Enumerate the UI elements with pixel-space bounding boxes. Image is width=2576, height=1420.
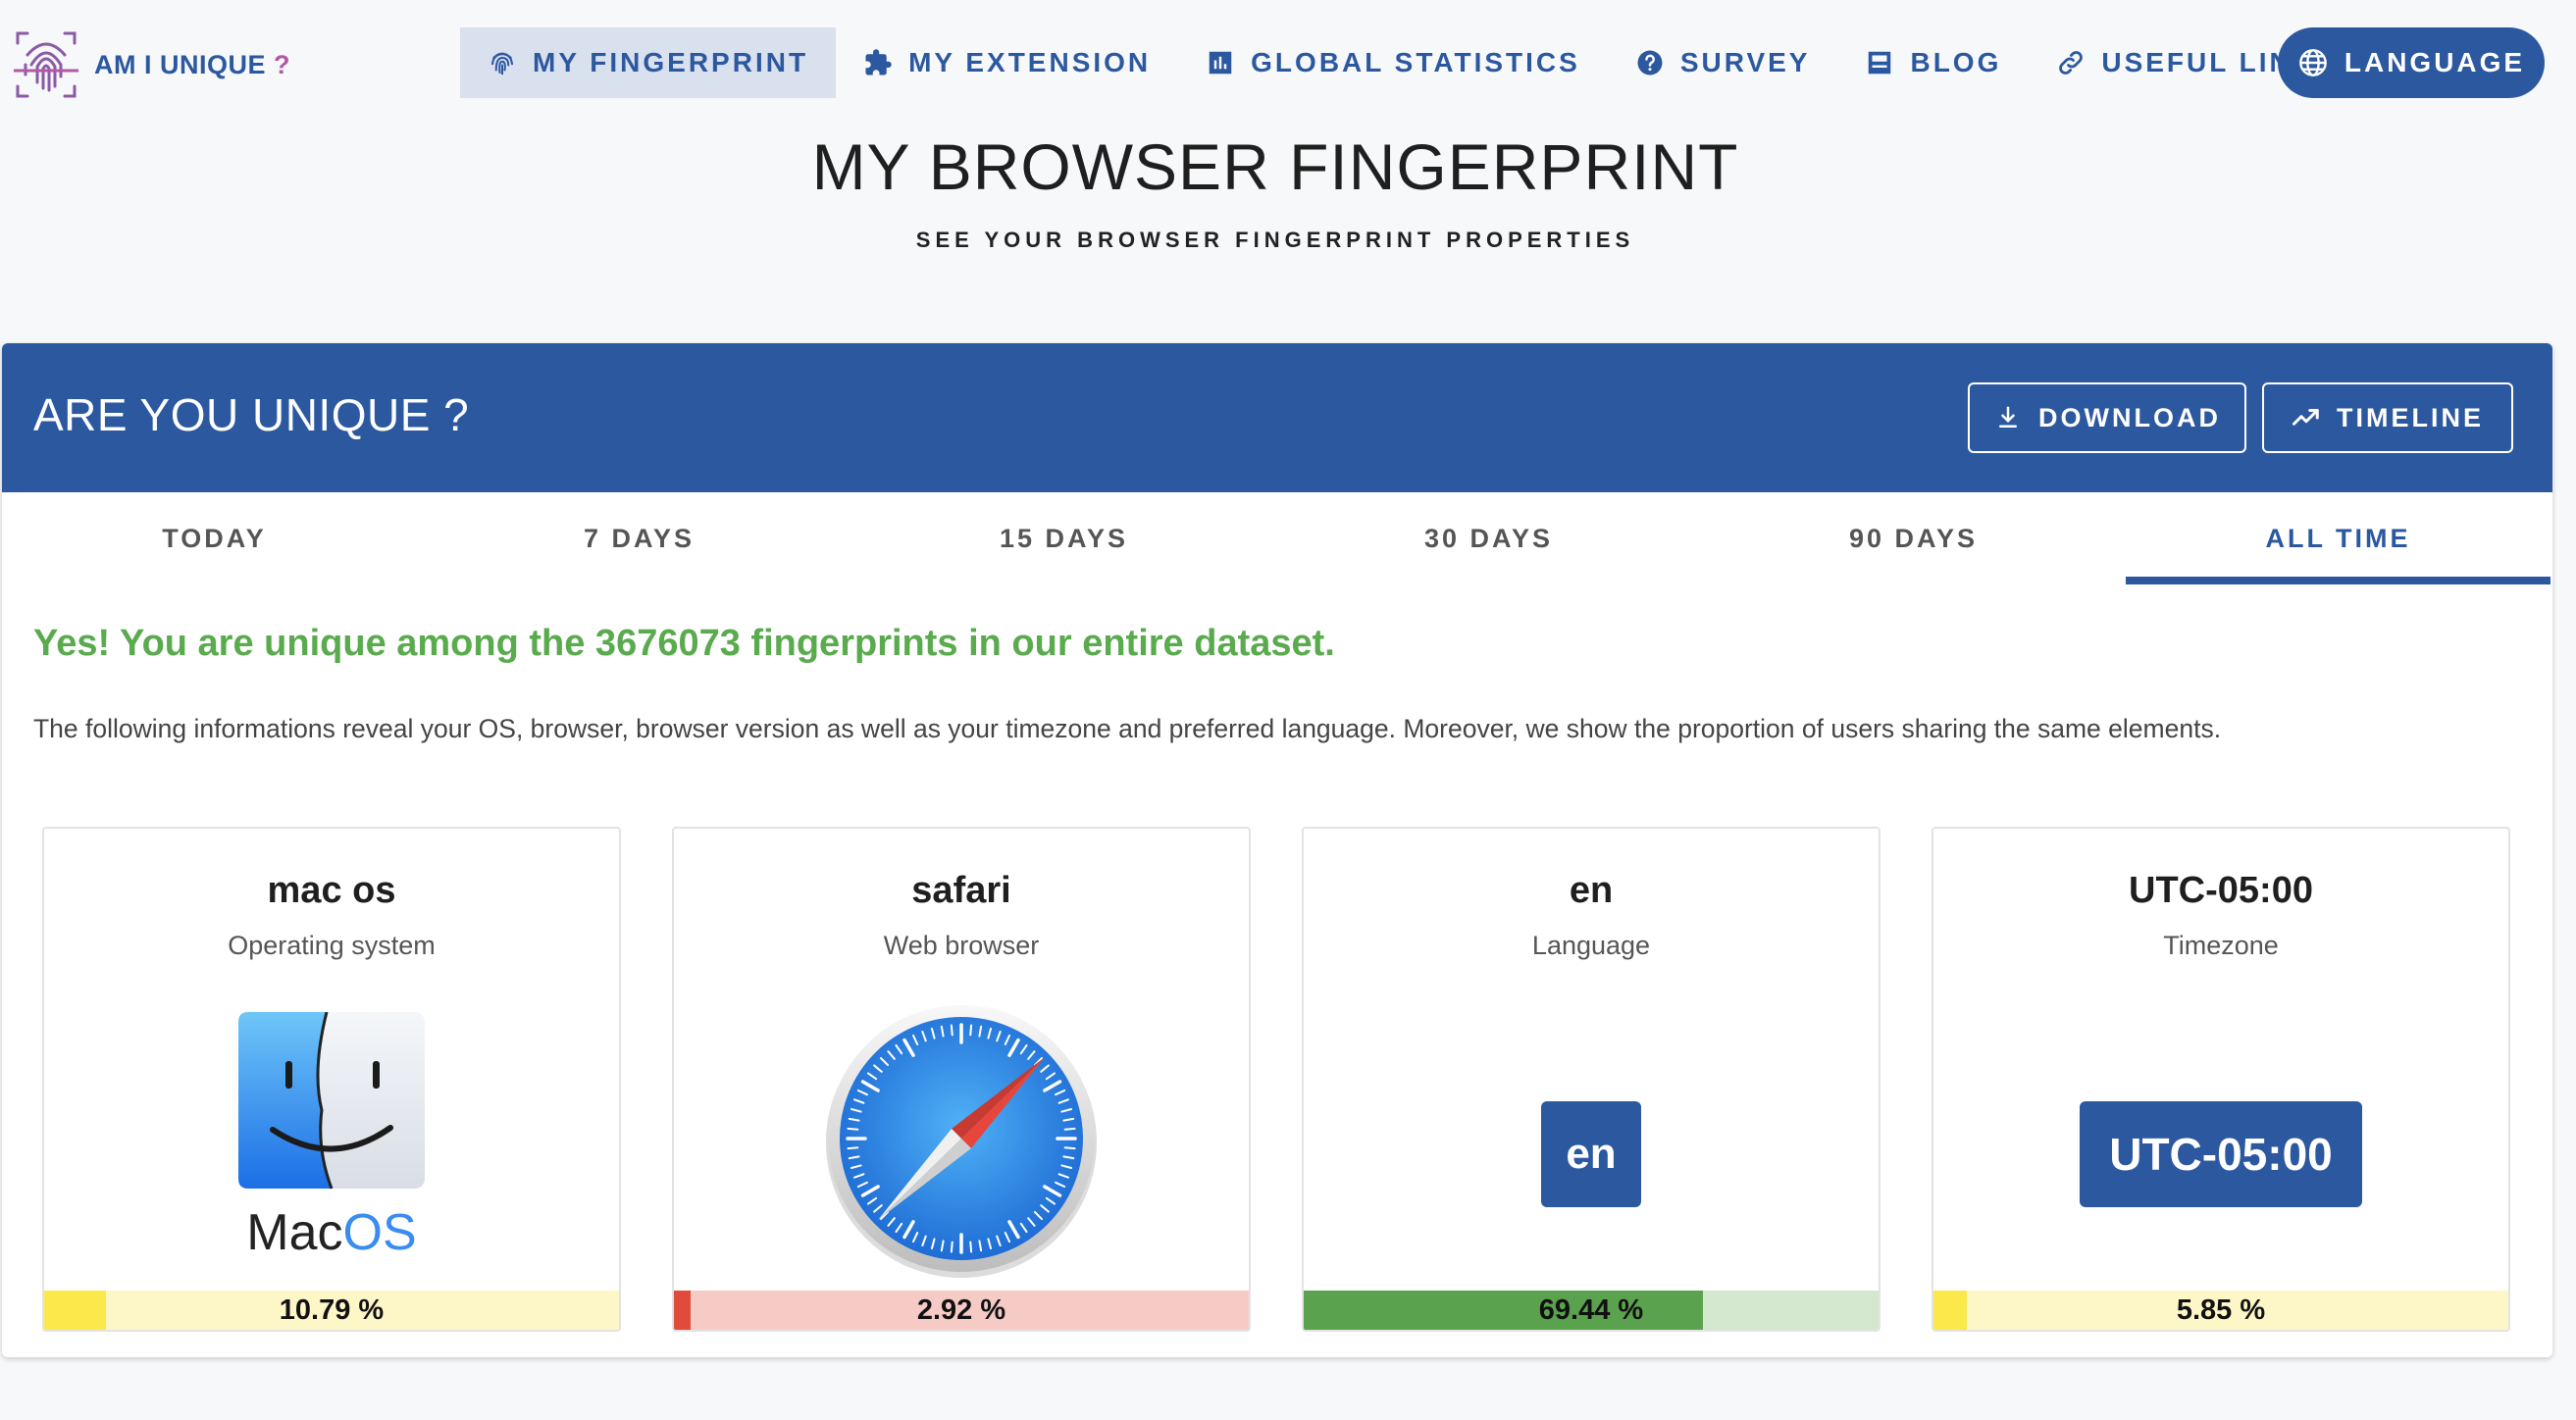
browser-percent-bar: 2.92 %	[674, 1291, 1249, 1330]
fingerprint-icon	[491, 52, 513, 76]
os-value: mac os	[267, 870, 396, 911]
time-range-tabs: TODAY 7 DAYS 15 DAYS 30 DAYS 90 DAYS ALL…	[2, 492, 2552, 584]
fingerprint-logo-icon	[14, 31, 78, 98]
tab-all-time[interactable]: ALL TIME	[2126, 492, 2550, 584]
browser-percent-text: 2.92 %	[916, 1293, 1006, 1326]
tab-15-days[interactable]: 15 DAYS	[851, 492, 1276, 584]
timezone-percent-bar: 5.85 %	[1933, 1291, 2508, 1330]
timezone-value: UTC-05:00	[2129, 870, 2313, 911]
timezone-card: UTC-05:00 Timezone UTC-05:00 5.85 %	[1932, 827, 2510, 1332]
main-nav: MY FINGERPRINT MY EXTENSION GLOBAL STATI…	[460, 27, 2364, 98]
timezone-percent-text: 5.85 %	[2176, 1293, 2266, 1326]
browser-label: Web browser	[883, 931, 1040, 960]
tab-today[interactable]: TODAY	[2, 492, 427, 584]
nav-label: MY EXTENSION	[908, 47, 1152, 77]
download-icon	[1999, 406, 2017, 428]
puzzle-piece-icon	[865, 49, 892, 76]
language-percent-bar: 69.44 %	[1304, 1291, 1879, 1330]
timezone-badge-area: UTC-05:00	[1933, 997, 2508, 1292]
download-label: DOWNLOAD	[2038, 402, 2221, 432]
os-percent-text: 10.79 %	[279, 1293, 385, 1326]
language-button[interactable]: LANGUAGE	[2278, 27, 2545, 98]
page-subtitle: SEE YOUR BROWSER FINGERPRINT PROPERTIES	[915, 228, 1635, 252]
download-button[interactable]: DOWNLOAD	[1968, 382, 2246, 453]
language-value: en	[1569, 870, 1614, 911]
question-circle-icon	[1637, 50, 1663, 76]
nav-label: BLOG	[1910, 47, 2002, 77]
language-label: Language	[1531, 931, 1651, 960]
nav-my-fingerprint[interactable]: MY FINGERPRINT	[460, 27, 837, 98]
description-text: The following informations reveal your O…	[33, 714, 2222, 743]
nav-label: GLOBAL STATISTICS	[1251, 47, 1580, 77]
globe-icon	[2299, 49, 2327, 76]
nav-blog[interactable]: BLOG	[1837, 27, 2029, 98]
language-percent-text: 69.44 %	[1538, 1293, 1644, 1326]
browser-card: safari Web browser 2.92 %	[672, 827, 1251, 1332]
tab-30-days[interactable]: 30 DAYS	[1276, 492, 1701, 584]
nav-label: SURVEY	[1679, 47, 1811, 77]
os-card: mac os Operating system MacOS 10.79 %	[42, 827, 621, 1332]
browser-logo	[674, 993, 1249, 1288]
safari-compass-icon	[826, 1005, 1097, 1278]
page-title: MY BROWSER FINGERPRINT	[811, 130, 1739, 203]
timezone-badge: UTC-05:00	[2080, 1101, 2362, 1207]
card-header: ARE YOU UNIQUE ? DOWNLOAD TIMELINE	[2, 343, 2552, 492]
browser-value: safari	[911, 870, 1011, 911]
timeline-label: TIMELINE	[2337, 402, 2484, 432]
tab-90-days[interactable]: 90 DAYS	[1701, 492, 2126, 584]
unique-message: Yes! You are unique among the 3676073 fi…	[33, 623, 1335, 664]
os-percent-bar: 10.79 %	[44, 1291, 619, 1330]
macos-logo-text: MacOS	[246, 1204, 417, 1261]
uniqueness-card: ARE YOU UNIQUE ? DOWNLOAD TIMELINE TODAY…	[2, 343, 2552, 1357]
language-badge: en	[1541, 1101, 1641, 1207]
language-card: en Language en 69.44 %	[1302, 827, 1880, 1332]
timezone-label: Timezone	[2163, 931, 2279, 960]
trending-line-icon	[2293, 409, 2319, 426]
os-label: Operating system	[228, 931, 436, 960]
language-label: LANGUAGE	[2344, 47, 2526, 77]
link-icon	[2059, 51, 2084, 75]
nav-my-extension[interactable]: MY EXTENSION	[836, 27, 1178, 98]
card-title: ARE YOU UNIQUE ?	[33, 389, 470, 440]
timeline-button[interactable]: TIMELINE	[2262, 382, 2513, 453]
nav-label: MY FINGERPRINT	[533, 47, 809, 77]
site-logo[interactable]: AM I UNIQUE ?	[12, 25, 290, 104]
language-badge-area: en	[1304, 997, 1879, 1292]
logo-text: AM I UNIQUE ?	[94, 49, 291, 79]
tab-7-days[interactable]: 7 DAYS	[427, 492, 851, 584]
article-icon	[1869, 51, 1891, 75]
nav-global-statistics[interactable]: GLOBAL STATISTICS	[1178, 27, 1608, 98]
nav-survey[interactable]: SURVEY	[1608, 27, 1838, 98]
bar-chart-icon	[1209, 51, 1232, 75]
